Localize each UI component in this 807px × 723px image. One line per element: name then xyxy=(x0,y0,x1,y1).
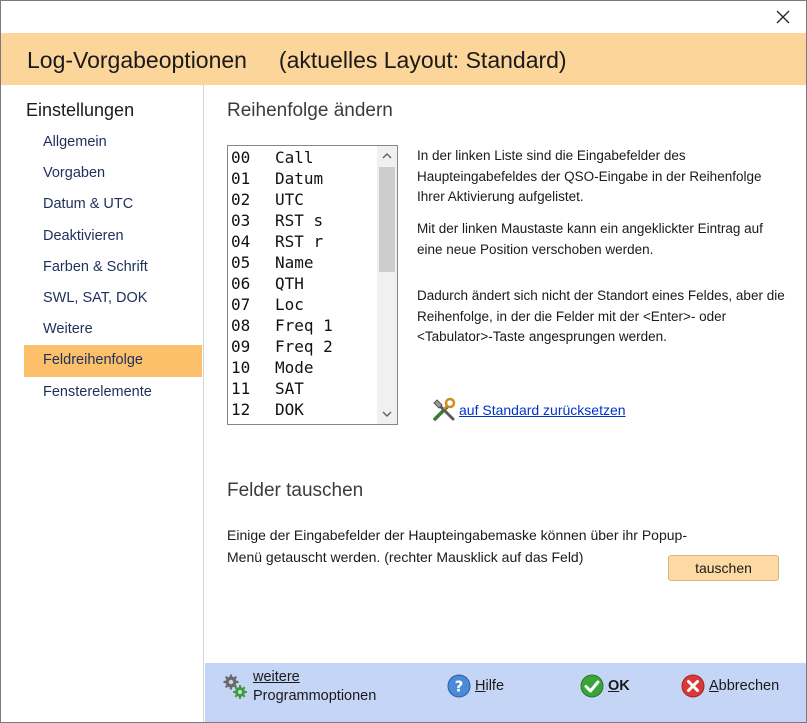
list-item[interactable]: 09 Freq 2 xyxy=(228,336,376,357)
list-item[interactable]: 12 DOK xyxy=(228,399,376,420)
sidebar-item-deaktivieren[interactable]: Deaktivieren xyxy=(24,221,202,252)
order-description-2: Mit der linken Maustaste kann ein angekl… xyxy=(417,221,763,257)
reset-to-default-link[interactable]: auf Standard zurücksetzen xyxy=(431,397,626,423)
list-item[interactable]: 01 Datum xyxy=(228,168,376,189)
close-button[interactable] xyxy=(760,1,806,32)
list-scrollbar[interactable] xyxy=(377,146,397,424)
page-title: Log-Vorgabeoptionen (aktuelles Layout: S… xyxy=(27,47,567,73)
list-item[interactable]: 03 RST s xyxy=(228,210,376,231)
sidebar: Einstellungen Allgemein Vorgaben Datum &… xyxy=(1,85,204,722)
list-item[interactable]: 07 Loc xyxy=(228,294,376,315)
sidebar-item-datum-utc[interactable]: Datum & UTC xyxy=(24,189,202,220)
sidebar-item-farben-schrift[interactable]: Farben & Schrift xyxy=(24,252,202,283)
header-banner: Log-Vorgabeoptionen (aktuelles Layout: S… xyxy=(1,33,806,85)
help-button[interactable]: ? Hilfe xyxy=(447,674,504,698)
tools-icon xyxy=(433,397,456,421)
content-panel: Reihenfolge ändern 00 Call 01 Datum 02 UTC … xyxy=(205,85,806,663)
sidebar-item-fensterelemente[interactable]: Fensterelemente xyxy=(24,377,202,408)
scroll-up-button[interactable] xyxy=(377,146,397,166)
cancel-label: bbrechen xyxy=(718,678,780,694)
ok-accesskey: O xyxy=(608,678,620,694)
field-order-listbox[interactable]: 00 Call 01 Datum 02 UTC 03 RST s 04 RST r 05 N… xyxy=(227,145,398,425)
cancel-icon xyxy=(681,674,705,698)
swap-description: Einige der Eingabefelder der Haupteingab… xyxy=(227,527,687,565)
order-description-3: Dadurch ändert sich nicht der Standort e… xyxy=(417,288,785,344)
svg-text:?: ? xyxy=(455,678,464,696)
sidebar-item-feldreihenfolge[interactable]: Feldreihenfolge xyxy=(24,345,202,377)
swap-button[interactable]: tauschen xyxy=(668,555,779,581)
ok-label: K xyxy=(619,678,630,694)
list-item[interactable]: 02 UTC xyxy=(228,189,376,210)
sidebar-item-swl-sat-dok[interactable]: SWL, SAT, DOK xyxy=(24,283,202,314)
cancel-button[interactable]: Abbrechen xyxy=(681,674,779,698)
title-bar xyxy=(1,1,806,33)
close-icon xyxy=(776,10,790,23)
reset-link-label: auf Standard zurücksetzen xyxy=(459,402,626,418)
field-order-items: 00 Call 01 Datum 02 UTC 03 RST s 04 RST r 05 N… xyxy=(228,146,376,424)
cancel-accesskey: A xyxy=(709,678,719,694)
ok-button[interactable]: OK xyxy=(580,674,630,698)
more-options-line1: weitere xyxy=(253,669,300,685)
list-item[interactable]: 06 QTH xyxy=(228,273,376,294)
sidebar-item-allgemein[interactable]: Allgemein xyxy=(24,127,202,158)
list-item[interactable]: 11 SAT xyxy=(228,378,376,399)
sidebar-item-weitere[interactable]: Weitere xyxy=(24,314,202,345)
help-accesskey: H xyxy=(475,678,486,694)
help-label: ilfe xyxy=(485,678,505,694)
order-description-1: In der linken Liste sind die Eingabefeld… xyxy=(417,148,762,204)
chevron-down-icon xyxy=(382,411,392,417)
list-item[interactable]: 08 Freq 1 xyxy=(228,315,376,336)
footer-bar: weitere Programmoptionen ? Hilfe OK Abbr… xyxy=(205,663,806,722)
list-item[interactable]: 00 Call xyxy=(228,147,376,168)
checkmark-icon xyxy=(580,674,604,698)
sidebar-heading: Einstellungen xyxy=(26,100,135,120)
list-item[interactable]: 04 RST r xyxy=(228,231,376,252)
help-icon: ? xyxy=(447,674,471,698)
sidebar-item-vorgaben[interactable]: Vorgaben xyxy=(24,158,202,189)
options-window: Log-Vorgabeoptionen (aktuelles Layout: S… xyxy=(0,0,807,723)
list-item[interactable]: 10 Mode xyxy=(228,357,376,378)
list-item[interactable]: 05 Name xyxy=(228,252,376,273)
section-title-swap: Felder tauschen xyxy=(227,480,364,501)
more-options-button[interactable]: weitere Programmoptionen xyxy=(221,668,376,706)
scroll-down-button[interactable] xyxy=(377,404,397,424)
more-options-line2: Programmoptionen xyxy=(253,688,377,704)
chevron-up-icon xyxy=(382,153,392,159)
section-title-order: Reihenfolge ändern xyxy=(227,100,393,121)
sidebar-nav: Allgemein Vorgaben Datum & UTC Deaktivie… xyxy=(24,127,202,408)
gears-icon xyxy=(223,674,247,699)
scroll-thumb[interactable] xyxy=(379,167,395,272)
